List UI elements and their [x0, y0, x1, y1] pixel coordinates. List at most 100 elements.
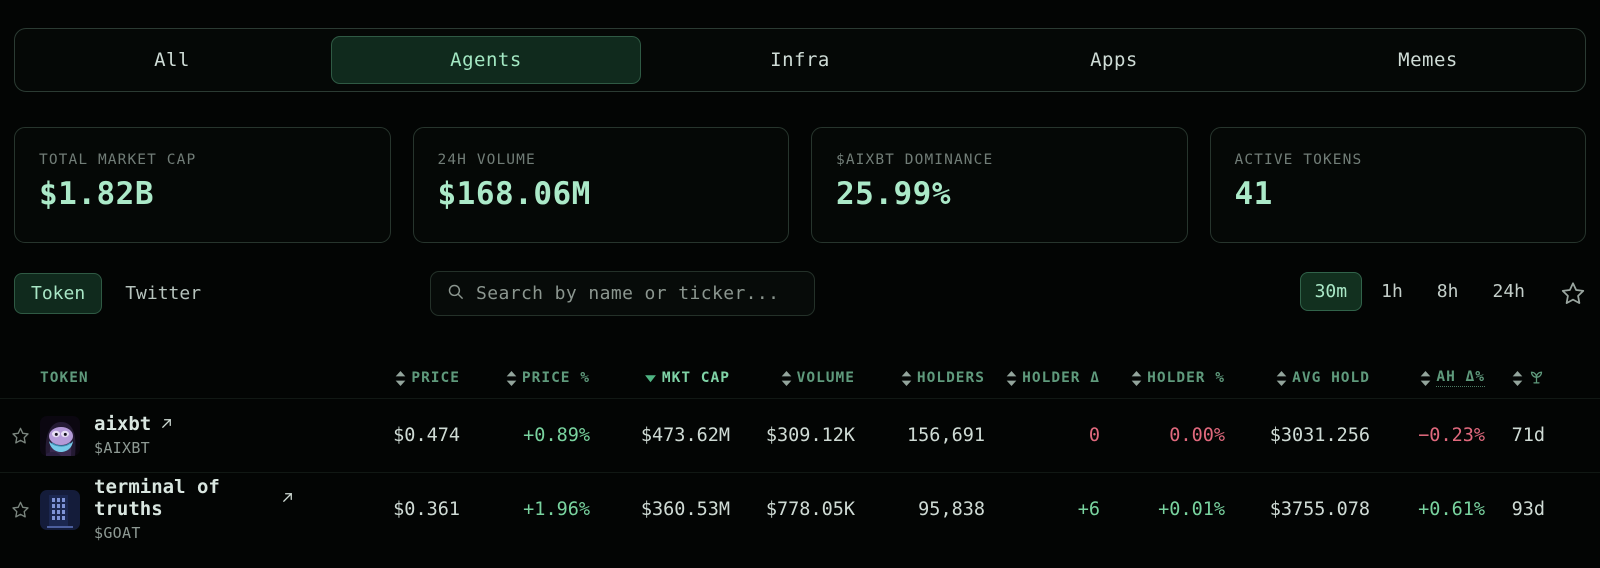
stat-label: TOTAL MARKET CAP	[39, 152, 197, 168]
cell-age: 71d	[1511, 425, 1545, 446]
token-name: aixbt	[94, 413, 152, 436]
sort-both-icon	[1006, 370, 1017, 386]
favorite-star-icon[interactable]	[0, 500, 40, 519]
sort-both-icon	[1420, 370, 1431, 386]
cell-ah-delta: +0.61%	[1418, 499, 1485, 520]
column-header-token[interactable]: TOKEN	[40, 370, 89, 386]
cell-volume: $309.12K	[765, 425, 855, 446]
column-header-age[interactable]	[1485, 368, 1545, 389]
cell-market-cap: $360.53M	[640, 499, 730, 520]
timeframe-1h[interactable]: 1h	[1366, 272, 1418, 311]
stat-value: 25.99%	[836, 176, 951, 212]
column-label: AVG HOLD	[1292, 370, 1370, 386]
toolbar: Token Twitter Search by name or ticker..…	[0, 270, 1600, 320]
sort-both-icon	[506, 370, 517, 386]
token-table: TOKEN PRICE PRICE % MKT CAP VOLUME HOLDE…	[0, 358, 1600, 546]
column-header-avg-hold[interactable]: AVG HOLD	[1225, 370, 1370, 386]
token-name: terminal of truths	[94, 476, 220, 520]
cell-holder-delta: 0	[1088, 425, 1100, 446]
column-label: PRICE %	[521, 370, 590, 386]
stat-value: $168.06M	[437, 176, 591, 212]
sort-both-icon	[1276, 370, 1287, 386]
table-row[interactable]: terminal of truths $GOAT $0.361 +1.96% $…	[0, 472, 1600, 546]
view-mode-token[interactable]: Token	[14, 273, 103, 314]
table-row[interactable]: aixbt $AIXBT $0.474 +0.89% $473.62M $309…	[0, 398, 1600, 472]
tab-infra[interactable]: Infra	[645, 36, 955, 84]
column-header-ah-delta[interactable]: AH Δ%	[1370, 369, 1485, 387]
stat-value: $1.82B	[39, 176, 154, 212]
cell-avg-hold: $3755.078	[1269, 499, 1370, 520]
aixbt-avatar	[40, 415, 80, 456]
column-header-market-cap[interactable]: MKT CAP	[590, 370, 730, 386]
cell-holder-delta: +6	[1077, 499, 1100, 520]
column-label: HOLDERS	[916, 370, 985, 386]
stat-card-active-tokens: ACTIVE TOKENS 41	[1209, 127, 1586, 243]
column-header-price[interactable]: PRICE	[315, 370, 460, 386]
sort-both-icon	[1512, 370, 1523, 386]
column-label: PRICE	[411, 370, 460, 386]
column-header-holder-percent[interactable]: HOLDER %	[1100, 370, 1225, 386]
column-header-holder-delta[interactable]: HOLDER Δ	[985, 370, 1100, 386]
column-header-price-percent[interactable]: PRICE %	[460, 370, 590, 386]
view-mode-toggle: Token Twitter	[14, 273, 218, 314]
tab-memes[interactable]: Memes	[1273, 36, 1583, 84]
sort-both-icon	[395, 370, 406, 386]
timeframe-24h[interactable]: 24h	[1477, 272, 1540, 311]
sprout-icon	[1528, 368, 1545, 389]
tab-agents[interactable]: Agents	[331, 36, 641, 84]
view-mode-twitter[interactable]: Twitter	[108, 273, 218, 314]
timeframe-30m[interactable]: 30m	[1299, 272, 1363, 311]
token-ticker: $AIXBT	[94, 438, 150, 457]
cell-age: 93d	[1511, 499, 1545, 520]
column-header-holders[interactable]: HOLDERS	[855, 370, 985, 386]
stat-card-aixbt-dominance: $AIXBT DOMINANCE 25.99%	[811, 127, 1188, 243]
stat-card-total-market-cap: TOTAL MARKET CAP $1.82B	[14, 127, 391, 243]
cell-price-percent: +1.96%	[523, 499, 590, 520]
timeframe-8h[interactable]: 8h	[1422, 272, 1474, 311]
stat-label: 24H VOLUME	[437, 152, 536, 168]
stats-row: TOTAL MARKET CAP $1.82B 24H VOLUME $168.…	[14, 127, 1586, 243]
cell-volume: $778.05K	[765, 499, 855, 520]
table-header-row: TOKEN PRICE PRICE % MKT CAP VOLUME HOLDE…	[0, 358, 1600, 398]
tab-apps[interactable]: Apps	[959, 36, 1269, 84]
sort-both-icon	[781, 370, 792, 386]
stat-label: $AIXBT DOMINANCE	[836, 152, 994, 168]
column-label: HOLDER %	[1147, 370, 1225, 386]
stat-value: 41	[1234, 176, 1273, 212]
search-input[interactable]: Search by name or ticker...	[476, 283, 779, 304]
goat-avatar	[40, 489, 80, 530]
token-cell[interactable]: aixbt $AIXBT	[40, 413, 315, 457]
sort-both-icon	[1131, 370, 1142, 386]
external-link-icon[interactable]	[159, 416, 174, 435]
cell-price: $0.474	[393, 425, 460, 446]
token-ticker: $GOAT	[94, 523, 141, 542]
sort-both-icon	[901, 370, 912, 386]
favorite-star-icon[interactable]	[0, 426, 40, 445]
cell-holder-percent: 0.00%	[1169, 425, 1225, 446]
column-label: MKT CAP	[661, 370, 730, 386]
cell-avg-hold: $3031.256	[1269, 425, 1370, 446]
stat-card-24h-volume: 24H VOLUME $168.06M	[412, 127, 789, 243]
external-link-icon[interactable]	[280, 490, 295, 509]
favorites-filter-star-icon[interactable]	[1560, 280, 1586, 310]
column-label: TOKEN	[40, 370, 89, 386]
cell-holder-percent: +0.01%	[1158, 499, 1225, 520]
cell-market-cap: $473.62M	[640, 425, 730, 446]
cell-holders: 156,691	[907, 425, 985, 446]
column-label: VOLUME	[796, 370, 855, 386]
cell-ah-delta: −0.23%	[1418, 425, 1485, 446]
cell-price-percent: +0.89%	[523, 425, 590, 446]
stat-label: ACTIVE TOKENS	[1234, 152, 1363, 168]
sort-desc-icon	[644, 374, 657, 383]
search-box[interactable]: Search by name or ticker...	[430, 271, 815, 316]
tab-all[interactable]: All	[17, 36, 327, 84]
column-label: HOLDER Δ	[1022, 370, 1100, 386]
cell-price: $0.361	[393, 499, 460, 520]
cell-holders: 95,838	[918, 499, 985, 520]
token-cell[interactable]: terminal of truths $GOAT	[40, 476, 315, 542]
search-icon	[447, 283, 464, 304]
column-header-volume[interactable]: VOLUME	[730, 370, 855, 386]
category-tabs: All Agents Infra Apps Memes	[14, 28, 1586, 92]
timeframe-group: 30m 1h 8h 24h	[1299, 272, 1540, 311]
column-label: AH Δ%	[1436, 369, 1485, 387]
